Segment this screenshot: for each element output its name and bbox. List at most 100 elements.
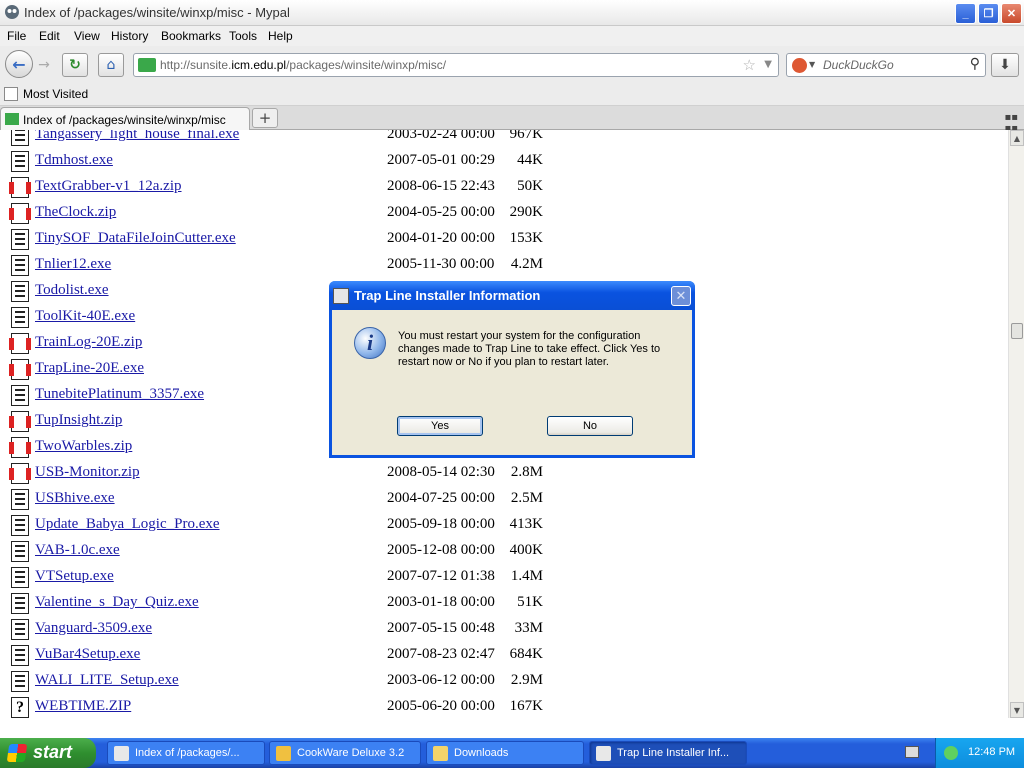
- menu-tools[interactable]: Tools: [229, 29, 257, 43]
- start-button[interactable]: start: [0, 738, 96, 768]
- file-date: 2007-07-12 01:38: [387, 568, 495, 584]
- close-button[interactable]: ✕: [1001, 3, 1022, 24]
- yes-button[interactable]: Yes: [397, 416, 483, 436]
- menu-bookmarks[interactable]: Bookmarks: [161, 29, 221, 43]
- file-link[interactable]: Tnlier12.exe: [35, 256, 111, 273]
- file-link[interactable]: Tdmhost.exe: [35, 152, 113, 169]
- file-link[interactable]: Vanguard-3509.exe: [35, 620, 152, 637]
- file-link[interactable]: TrainLog-20E.zip: [35, 334, 142, 351]
- vertical-scrollbar[interactable]: ▲ ▼: [1008, 130, 1024, 718]
- file-link[interactable]: TunebitePlatinum_3357.exe: [35, 386, 204, 403]
- file-link[interactable]: USBhive.exe: [35, 490, 115, 507]
- bookmark-most-visited[interactable]: Most Visited: [23, 87, 88, 101]
- tab-favicon-icon: [5, 113, 19, 125]
- file-link[interactable]: Valentine_s_Day_Quiz.exe: [35, 594, 199, 611]
- file-link[interactable]: ToolKit-40E.exe: [35, 308, 135, 325]
- file-link[interactable]: Todolist.exe: [35, 282, 109, 299]
- menu-file[interactable]: File: [7, 29, 26, 43]
- mypal-task-icon: [114, 746, 129, 761]
- url-text[interactable]: http://sunsite.icm.edu.pl/packages/winsi…: [160, 58, 446, 72]
- menu-help[interactable]: Help: [268, 29, 293, 43]
- file-row: WALI_LITE_Setup.exe 2003-06-12 00:00 2.9M: [0, 667, 1008, 693]
- reload-button[interactable]: ↻: [62, 53, 88, 77]
- file-date: 2007-05-15 00:48: [387, 620, 495, 636]
- archive-file-icon: [9, 177, 31, 198]
- file-link[interactable]: TextGrabber-v1_12a.zip: [35, 178, 182, 195]
- search-icon[interactable]: ⚲: [970, 56, 980, 72]
- task-label: Trap Line Installer Inf...: [617, 747, 730, 759]
- download-arrow-icon: ⬇: [999, 57, 1011, 73]
- site-identity-icon[interactable]: [138, 58, 156, 72]
- new-tab-button[interactable]: +: [252, 108, 278, 128]
- url-bar[interactable]: http://sunsite.icm.edu.pl/packages/winsi…: [133, 53, 779, 77]
- scrollbar-thumb[interactable]: [1011, 323, 1023, 339]
- file-link[interactable]: TinySOF_DataFileJoinCutter.exe: [35, 230, 236, 247]
- minimize-button[interactable]: _: [955, 3, 976, 24]
- scroll-up-icon[interactable]: ▲: [1010, 130, 1024, 146]
- file-row: TextGrabber-v1_12a.zip 2008-06-15 22:43 50…: [0, 173, 1008, 199]
- file-size: 44K: [517, 152, 543, 168]
- system-tray: 12:48 PM: [935, 738, 1024, 768]
- menu-edit[interactable]: Edit: [39, 29, 60, 43]
- tab-index-of-misc[interactable]: Index of /packages/winsite/winxp/misc: [0, 107, 250, 130]
- file-row: Tnlier12.exe 2005-11-30 00:00 4.2M: [0, 251, 1008, 277]
- forward-button[interactable]: →: [33, 54, 55, 76]
- file-link[interactable]: WALI_LITE_Setup.exe: [35, 672, 179, 689]
- file-date: 2003-01-18 00:00: [387, 594, 495, 610]
- network-tray-icon[interactable]: [944, 746, 958, 760]
- task-label: CookWare Deluxe 3.2: [297, 747, 405, 759]
- file-link[interactable]: VuBar4Setup.exe: [35, 646, 140, 663]
- task-browser[interactable]: Index of /packages/...: [107, 741, 265, 765]
- back-button[interactable]: ←: [5, 50, 33, 78]
- dialog-close-button[interactable]: ✕: [671, 286, 691, 306]
- downloads-button[interactable]: ⬇: [991, 53, 1019, 77]
- archive-file-icon: [9, 359, 31, 380]
- file-link[interactable]: VAB-1.0c.exe: [35, 542, 120, 559]
- start-label: start: [33, 742, 73, 762]
- file-size: 50K: [517, 178, 543, 194]
- search-bar[interactable]: ▼ DuckDuckGo ⚲: [786, 53, 986, 77]
- file-date: 2007-08-23 02:47: [387, 646, 495, 662]
- mypal-app-icon[interactable]: [4, 4, 20, 20]
- task-trapline-installer[interactable]: Trap Line Installer Inf...: [589, 741, 747, 765]
- file-date: 2004-07-25 00:00: [387, 490, 495, 506]
- duckduckgo-icon[interactable]: [792, 58, 807, 73]
- file-date: 2003-02-24 00:00: [387, 130, 495, 142]
- archive-file-icon: [9, 463, 31, 484]
- file-row: TheClock.zip 2004-05-25 00:00 290K: [0, 199, 1008, 225]
- file-row: Tdmhost.exe 2007-05-01 00:29 44K: [0, 147, 1008, 173]
- restore-button[interactable]: ❐: [978, 3, 999, 24]
- file-link[interactable]: WEBTIME.ZIP: [35, 698, 131, 715]
- home-button[interactable]: ⌂: [98, 53, 124, 77]
- menu-view[interactable]: View: [74, 29, 100, 43]
- archive-file-icon: [9, 203, 31, 224]
- no-button[interactable]: No: [547, 416, 633, 436]
- keyboard-icon[interactable]: [905, 746, 919, 758]
- folder-task-icon: [433, 746, 448, 761]
- binary-file-icon: [11, 130, 29, 146]
- window-controls: _ ❐ ✕: [955, 3, 1022, 24]
- menu-history[interactable]: History: [111, 29, 148, 43]
- unknown-file-icon: ?: [11, 697, 29, 718]
- file-link[interactable]: TwoWarbles.zip: [35, 438, 132, 455]
- search-engine-dropdown-icon[interactable]: ▼: [809, 60, 815, 69]
- url-prefix: http://sunsite.: [160, 58, 232, 72]
- bookmark-star-icon[interactable]: ☆: [743, 56, 756, 74]
- binary-file-icon: [11, 385, 29, 406]
- file-link[interactable]: Update_Babya_Logic_Pro.exe: [35, 516, 220, 533]
- task-label: Downloads: [454, 747, 509, 759]
- file-size: 167K: [509, 698, 543, 714]
- file-link[interactable]: Tangassery_light_house_final.exe: [35, 130, 239, 143]
- scroll-down-icon[interactable]: ▼: [1010, 702, 1024, 718]
- url-history-dropdown-icon[interactable]: ▼: [764, 59, 772, 70]
- file-link[interactable]: VTSetup.exe: [35, 568, 114, 585]
- file-link[interactable]: TupInsight.zip: [35, 412, 122, 429]
- file-link[interactable]: TrapLine-20E.exe: [35, 360, 144, 377]
- file-link[interactable]: TheClock.zip: [35, 204, 116, 221]
- file-row: ? WEBTIME.ZIP 2005-06-20 00:00 167K: [0, 693, 1008, 718]
- home-icon: ⌂: [106, 57, 116, 73]
- task-label: Index of /packages/...: [135, 747, 240, 759]
- file-link[interactable]: USB-Monitor.zip: [35, 464, 140, 481]
- task-downloads[interactable]: Downloads: [426, 741, 584, 765]
- task-cookware[interactable]: CookWare Deluxe 3.2: [269, 741, 421, 765]
